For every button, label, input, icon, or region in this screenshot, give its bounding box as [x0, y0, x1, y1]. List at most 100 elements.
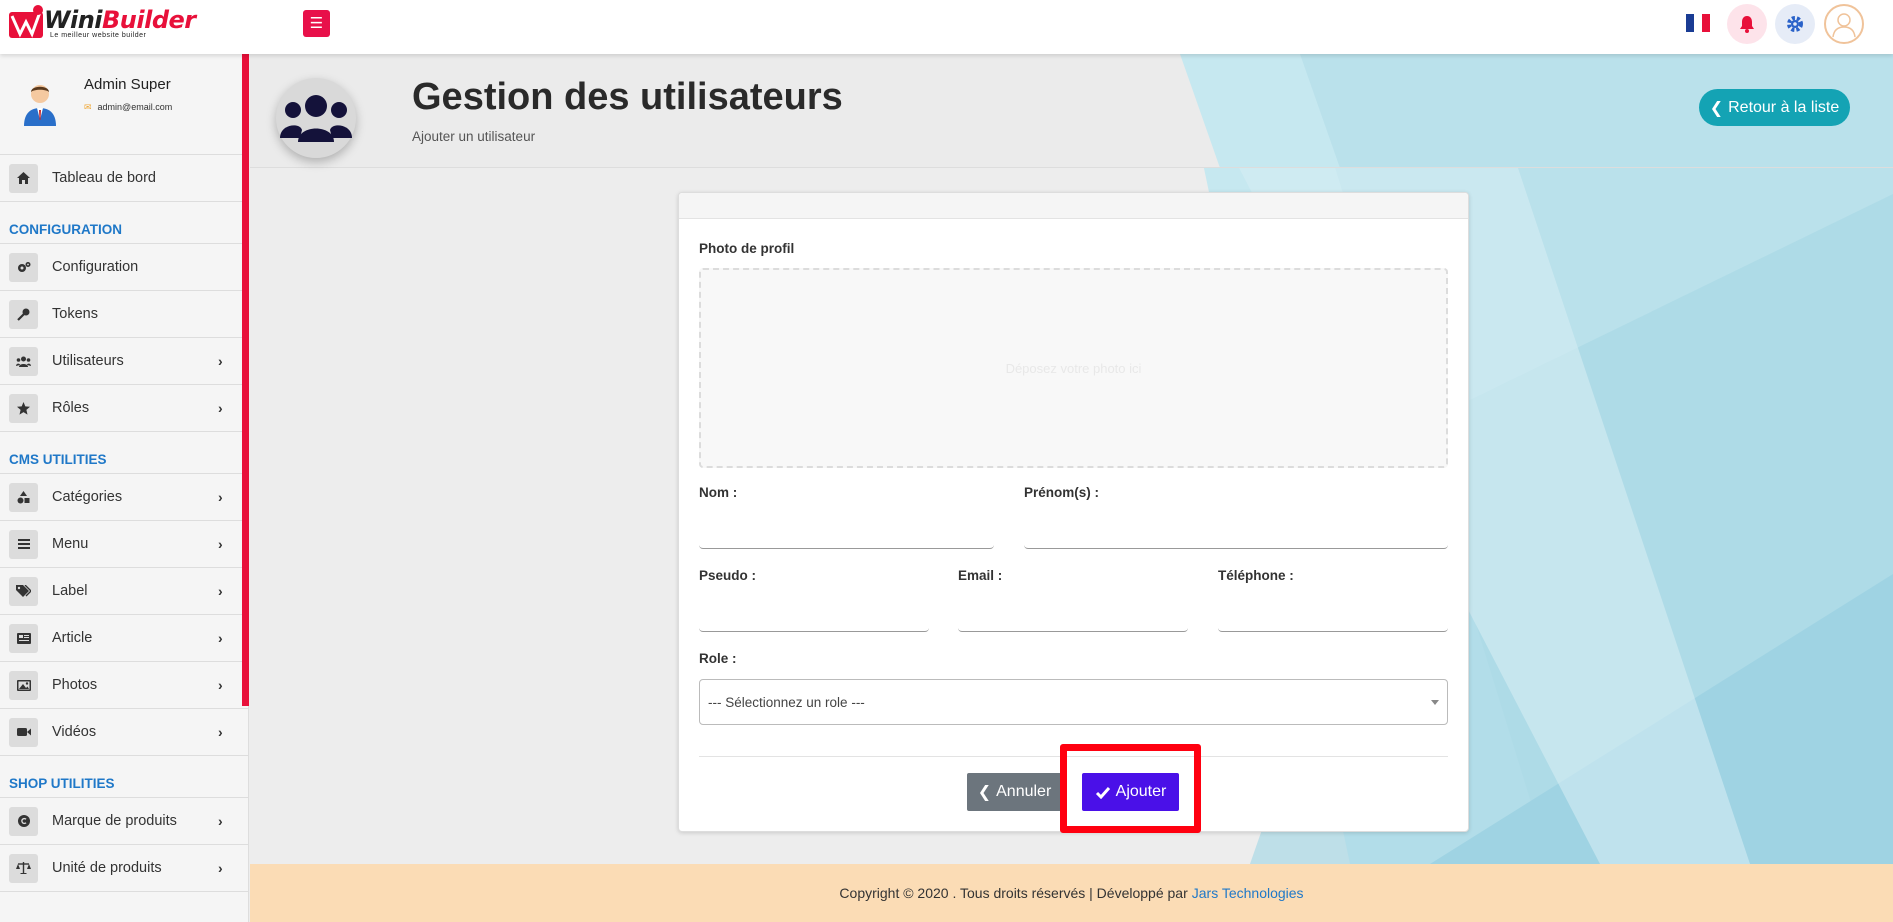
pseudo-label: Pseudo : [699, 568, 757, 583]
sidebar-item-article[interactable]: Article › [0, 615, 248, 662]
sidebar-item-dashboard[interactable]: Tableau de bord [0, 155, 248, 202]
chevron-left-icon: ❮ [977, 784, 992, 801]
cogs-icon [9, 252, 38, 282]
bell-icon [1740, 16, 1754, 33]
user-avatar [24, 85, 56, 126]
sidebar-section-cms-utilities: CMS UTILITIES [0, 432, 248, 474]
sidebar-item-product-brands[interactable]: Marque de produits › [0, 798, 248, 845]
prenom-input[interactable] [1024, 519, 1448, 549]
shapes-icon [9, 482, 38, 512]
sidebar-item-label: Article [52, 630, 93, 646]
user-avatar-icon [1832, 13, 1856, 38]
sidebar-item-configuration[interactable]: Configuration [0, 244, 248, 291]
chevron-right-icon: › [218, 813, 223, 829]
footer-link[interactable]: Jars Technologies [1192, 885, 1304, 901]
chevron-right-icon: › [218, 630, 223, 646]
pseudo-input[interactable] [699, 602, 929, 632]
language-flag-fr-icon[interactable] [1686, 14, 1710, 32]
footer-text: Copyright © 2020 . Tous droits réservés … [839, 885, 1188, 901]
brand-logo-icon [9, 5, 43, 38]
page-subtitle: Ajouter un utilisateur [412, 129, 536, 144]
gear-icon [1787, 16, 1803, 32]
chevron-right-icon: › [218, 353, 223, 369]
list-icon [9, 529, 38, 559]
cancel-label: Annuler [996, 783, 1052, 800]
copyright-icon [9, 806, 38, 836]
sidebar-item-videos[interactable]: Vidéos › [0, 709, 248, 756]
nom-input[interactable] [699, 519, 994, 549]
telephone-label: Téléphone : [1218, 568, 1294, 583]
page-icon [276, 78, 356, 158]
sidebar-item-product-units[interactable]: Unité de produits › [0, 845, 248, 892]
user-form-card: Photo de profil Déposez votre photo ici … [678, 192, 1469, 832]
sidebar: Admin Super ✉ admin@email.com Tableau de … [0, 54, 249, 922]
chevron-right-icon: › [218, 583, 223, 599]
page-title: Gestion des utilisateurs [412, 76, 843, 118]
email-label: Email : [958, 568, 1003, 583]
sidebar-item-tokens[interactable]: Tokens [0, 291, 248, 338]
sidebar-item-label: Utilisateurs [52, 353, 124, 369]
chevron-right-icon: › [218, 677, 223, 693]
role-select[interactable]: --- Sélectionnez un role --- [699, 679, 1448, 725]
star-icon [9, 393, 38, 423]
brand-tagline: Le meilleur website builder [50, 32, 147, 39]
footer: Copyright © 2020 . Tous droits réservés … [250, 864, 1893, 922]
sidebar-item-label: Tableau de bord [52, 170, 156, 186]
users-icon [280, 95, 352, 142]
user-name: Admin Super [84, 76, 171, 93]
image-icon [9, 670, 38, 700]
menu-toggle-button[interactable]: ☰ [303, 10, 330, 37]
top-navbar: WiniBuilder Le meilleur website builder … [0, 0, 1893, 54]
sidebar-item-label: Label [52, 583, 88, 599]
brand-logo[interactable]: WiniBuilder Le meilleur website builder [6, 2, 196, 44]
dropzone-text: Déposez votre photo ici [1005, 360, 1142, 376]
caret-down-icon [1431, 700, 1439, 705]
chevron-right-icon: › [218, 400, 223, 416]
sidebar-item-label: Photos [52, 677, 98, 693]
user-email: ✉ admin@email.com [84, 102, 173, 112]
role-selected-value: --- Sélectionnez un role --- [708, 694, 865, 710]
sidebar-item-label: Vidéos [52, 724, 97, 740]
nom-label: Nom : [699, 485, 738, 500]
envelope-icon: ✉ [84, 102, 92, 112]
role-label: Role : [699, 651, 737, 666]
home-icon [9, 163, 38, 193]
notifications-button[interactable] [1727, 4, 1767, 44]
chevron-right-icon: › [218, 724, 223, 740]
sidebar-item-menu[interactable]: Menu › [0, 521, 248, 568]
newspaper-icon [9, 623, 38, 653]
sidebar-item-label: Catégories [52, 489, 123, 505]
tags-icon [9, 576, 38, 606]
sidebar-item-label: Menu [52, 536, 89, 552]
sidebar-item-label: Rôles [52, 400, 90, 416]
back-to-list-button[interactable]: ❮ Retour à la liste [1699, 89, 1850, 126]
sidebar-item-users[interactable]: Utilisateurs › [0, 338, 248, 385]
email-input[interactable] [958, 602, 1188, 632]
telephone-input[interactable] [1218, 602, 1448, 632]
brand-name: WiniBuilder [44, 6, 196, 34]
sidebar-item-label-menu[interactable]: Label › [0, 568, 248, 615]
sidebar-item-label: Configuration [52, 259, 139, 275]
prenom-label: Prénom(s) : [1024, 485, 1100, 500]
sidebar-item-roles[interactable]: Rôles › [0, 385, 248, 432]
card-header [679, 193, 1468, 219]
sidebar-item-label: Marque de produits [52, 813, 177, 829]
photo-label: Photo de profil [699, 241, 795, 256]
chevron-left-icon: ❮ [1709, 99, 1724, 117]
chevron-right-icon: › [218, 860, 223, 876]
sidebar-section-configuration: CONFIGURATION [0, 202, 248, 244]
cancel-button[interactable]: ❮ Annuler [967, 773, 1062, 811]
key-icon [9, 299, 38, 329]
user-menu-button[interactable] [1824, 4, 1864, 44]
settings-button[interactable] [1775, 4, 1815, 44]
photo-dropzone[interactable]: Déposez votre photo ici [699, 268, 1448, 468]
sidebar-item-photos[interactable]: Photos › [0, 662, 248, 709]
bars-icon: ☰ [309, 15, 324, 32]
video-icon [9, 717, 38, 747]
sidebar-user-profile: Admin Super ✉ admin@email.com [0, 54, 248, 155]
highlight-box [1060, 744, 1201, 833]
sidebar-accent-bar [242, 54, 249, 706]
users-icon [9, 346, 38, 376]
chevron-right-icon: › [218, 536, 223, 552]
sidebar-item-categories[interactable]: Catégories › [0, 474, 248, 521]
